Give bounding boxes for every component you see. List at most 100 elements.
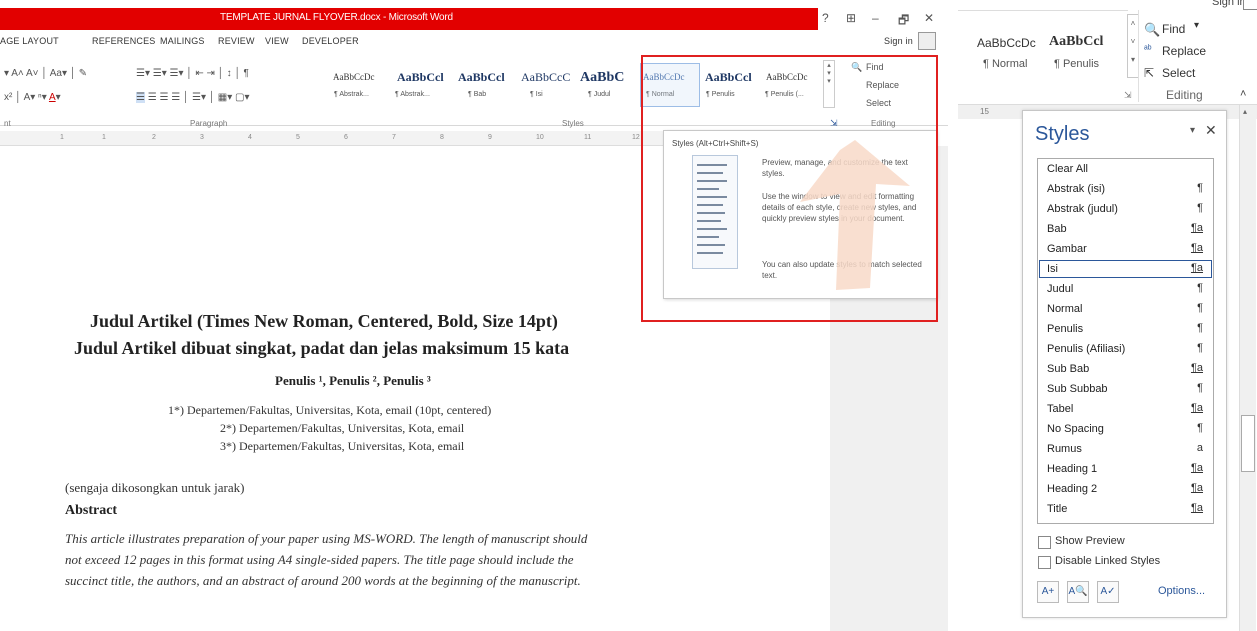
manage-styles-icon[interactable]: A✓	[1097, 581, 1119, 603]
find-icon[interactable]: 🔍	[1144, 22, 1160, 38]
style-list-item[interactable]: Tabel ¶a	[1038, 399, 1213, 419]
style-list-item[interactable]: Sub Bab ¶a	[1038, 359, 1213, 379]
tab-page-layout[interactable]: AGE LAYOUT	[0, 36, 59, 46]
styles-pane-screenshot: Sign in AaBbCcDc AaBbCcl ¶ Normal ¶ Penu…	[958, 0, 1257, 631]
gallery-label: ¶ Isi	[530, 91, 543, 98]
style-list-item[interactable]: Normal ¶	[1038, 299, 1213, 319]
style-name: Bab	[1047, 223, 1067, 235]
document-title: TEMPLATE JURNAL FLYOVER.docx - Microsoft…	[220, 12, 453, 23]
style-list-item[interactable]: Sub Subbab ¶	[1038, 379, 1213, 399]
font-controls-row2: x² │ A▾ ⁿ▾ A▾	[4, 92, 61, 103]
gallery-preview[interactable]: AaBbCcC	[521, 70, 570, 85]
show-preview-checkbox[interactable]	[1038, 536, 1051, 549]
ribbon-tabs: AGE LAYOUT REFERENCES MAILINGS REVIEW VI…	[0, 32, 948, 50]
replace-icon[interactable]: ᵃᵇ	[1144, 44, 1152, 55]
new-style-icon[interactable]: A+	[1037, 581, 1059, 603]
style-name: Penulis	[1047, 323, 1084, 335]
affiliation-3: 3*) Departemen/Fakultas, Universitas, Ko…	[220, 439, 465, 453]
align-icon[interactable]: ☰ ☰ ☰ ☰ │ ☰▾ │ ▦▾ ▢▾	[136, 92, 250, 103]
tab-developer[interactable]: DEVELOPER	[302, 36, 359, 46]
font-group-label: nt	[4, 119, 11, 128]
style-list-item[interactable]: Isi ¶a	[1038, 259, 1213, 279]
style-list-item[interactable]: Abstrak (judul) ¶	[1038, 199, 1213, 219]
font-size-dropdown-icon[interactable]: ▾ A˄ A˅ │ Aa▾ │ ✎	[4, 68, 87, 79]
style-label-penulis: ¶ Penulis	[1054, 58, 1100, 70]
style-type-icon: ¶	[1197, 202, 1203, 214]
style-name: Gambar	[1047, 243, 1087, 255]
style-list-item[interactable]: Judul ¶	[1038, 279, 1213, 299]
abstract-line-1: This article illustrates preparation of …	[65, 531, 588, 546]
word-window-screenshot: TEMPLATE JURNAL FLYOVER.docx - Microsoft…	[0, 0, 948, 631]
pane-title: Styles	[1035, 123, 1090, 145]
font-color-icon[interactable]: x² │ A▾ ⁿ▾ A▾	[4, 92, 61, 103]
style-list-item[interactable]: No Spacing ¶	[1038, 419, 1213, 439]
style-list-item[interactable]: Rumus a	[1038, 439, 1213, 459]
gallery-preview[interactable]: AaBbCcDc	[333, 72, 375, 82]
pane-options-icon[interactable]: ▾	[1190, 125, 1195, 136]
style-list-item[interactable]: Clear All	[1038, 159, 1213, 179]
gallery-preview[interactable]: AaBbCcl	[397, 70, 444, 85]
style-type-icon: ¶a	[1190, 502, 1203, 514]
close-icon[interactable]: ✕	[1205, 122, 1217, 139]
style-type-icon: ¶	[1197, 322, 1203, 334]
style-name: Normal	[1047, 303, 1083, 315]
style-inspector-icon[interactable]: A🔍	[1067, 581, 1089, 603]
style-list-item[interactable]: Bab ¶a	[1038, 219, 1213, 239]
style-name: Rumus	[1047, 443, 1082, 455]
style-list-item[interactable]: Heading 1 ¶a	[1038, 459, 1213, 479]
scrollbar-thumb[interactable]	[1241, 415, 1255, 472]
close-icon[interactable]: ✕	[924, 11, 934, 25]
gallery-preview[interactable]: AaBbC	[580, 70, 624, 86]
abstract-line-2: not exceed 12 pages in this format using…	[65, 552, 574, 567]
ribbon-display-icon[interactable]: ⊞	[846, 11, 856, 25]
style-list-item[interactable]: Penulis ¶	[1038, 319, 1213, 339]
vertical-scrollbar[interactable]: ▴	[1239, 105, 1256, 631]
chevron-down-icon[interactable]: ▾	[1194, 20, 1199, 31]
tab-view[interactable]: VIEW	[265, 36, 289, 46]
style-type-icon: ¶	[1197, 302, 1203, 314]
style-name: Title	[1047, 503, 1068, 515]
select-icon[interactable]: ⇱	[1144, 66, 1154, 80]
tab-references[interactable]: REFERENCES	[92, 36, 156, 46]
style-list-item[interactable]: Title ¶a	[1038, 499, 1213, 519]
style-type-icon: ¶	[1197, 342, 1203, 354]
sign-in-link[interactable]: Sign in	[884, 36, 913, 46]
style-type-icon: ¶	[1197, 182, 1203, 194]
style-name: Abstrak (judul)	[1047, 203, 1118, 215]
style-preview-normal[interactable]: AaBbCcDc	[977, 36, 1036, 50]
sign-in-link[interactable]: Sign in	[1212, 0, 1246, 8]
tab-mailings[interactable]: MAILINGS	[160, 36, 205, 46]
styles-group-label: Styles	[562, 119, 584, 128]
style-list-item[interactable]: Abstrak (isi) ¶	[1038, 179, 1213, 199]
avatar[interactable]	[1243, 0, 1257, 10]
gallery-label: ¶ Abstrak...	[334, 91, 369, 98]
style-type-icon: a	[1196, 442, 1203, 454]
bullets-icon[interactable]: ☰▾ ☰▾ ☰▾ │ ⇤ ⇥ │ ↕ │ ¶	[136, 68, 249, 79]
style-label-normal: ¶ Normal	[983, 58, 1028, 70]
style-list-item[interactable]: Penulis (Afiliasi) ¶	[1038, 339, 1213, 359]
style-type-icon: ¶a	[1190, 222, 1203, 234]
options-link[interactable]: Options...	[1158, 585, 1205, 597]
restore-icon[interactable]: 🗗	[898, 11, 909, 32]
ribbon-crop: Sign in AaBbCcDc AaBbCcl ¶ Normal ¶ Penu…	[958, 0, 1257, 105]
minimize-icon[interactable]: –	[872, 11, 879, 25]
disable-linked-checkbox[interactable]	[1038, 556, 1051, 569]
avatar[interactable]	[918, 32, 936, 50]
gallery-preview[interactable]: AaBbCcl	[458, 70, 505, 85]
styles-list: Clear All Abstrak (isi) ¶ Abstrak (judul) ¶ B…	[1037, 158, 1214, 524]
style-list-item[interactable]: Gambar ¶a	[1038, 239, 1213, 259]
window-controls: ? ⊞ – 🗗 ✕	[818, 8, 948, 30]
select-button[interactable]: Select	[1162, 66, 1195, 80]
gallery-label: ¶ Bab	[468, 91, 487, 98]
find-button[interactable]: Find	[1162, 22, 1185, 36]
style-preview-penulis[interactable]: AaBbCcl	[1049, 34, 1103, 50]
help-icon[interactable]: ?	[822, 11, 829, 25]
style-name: Judul	[1047, 283, 1074, 295]
style-list-item[interactable]: Heading 2 ¶a	[1038, 479, 1213, 499]
style-type-icon: ¶	[1197, 422, 1203, 434]
replace-button[interactable]: Replace	[1162, 44, 1206, 58]
collapse-ribbon-icon[interactable]: ˄	[1240, 88, 1246, 100]
style-type-icon: ¶a	[1190, 262, 1203, 274]
tab-review[interactable]: REVIEW	[218, 36, 255, 46]
styles-dialog-launcher-icon[interactable]: ⇲	[1124, 90, 1132, 101]
